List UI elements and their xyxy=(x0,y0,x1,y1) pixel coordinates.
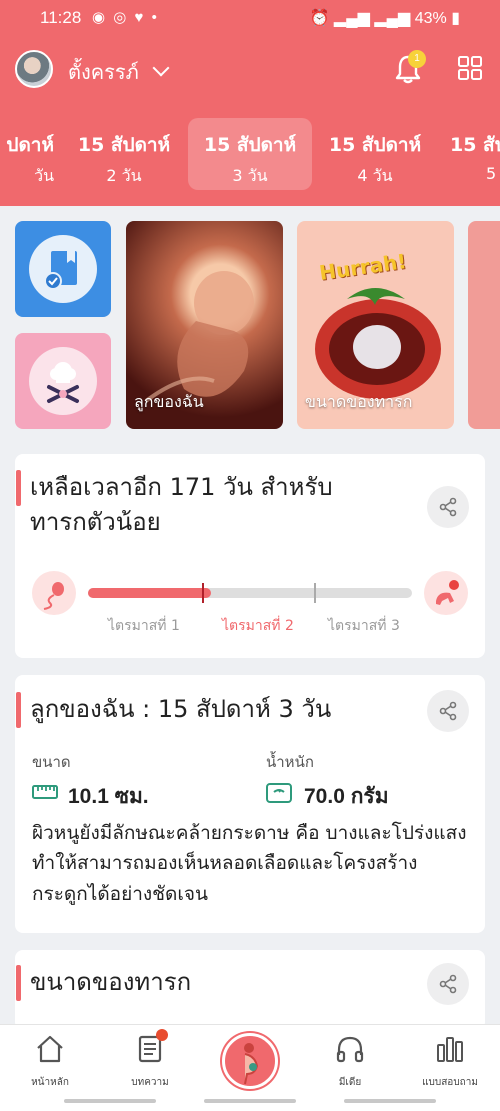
baby-size-title: ขนาดของทารก xyxy=(30,968,192,996)
section-accent xyxy=(16,692,21,728)
system-nav-bar xyxy=(64,1099,156,1103)
bottom-navigation: หน้าหลัก บทความ มีเดีย แบบสอบถาม xyxy=(0,1024,500,1111)
share-button[interactable] xyxy=(427,963,469,1005)
weight-value: 70.0 กรัม xyxy=(304,785,389,808)
chef-hat-icon xyxy=(47,362,79,403)
system-nav-bar xyxy=(344,1099,436,1103)
baby-description: ผิวหนูยังมีลักษณะคล้ายกระดาษ คือ บางและโ… xyxy=(32,822,467,905)
status-notification-icons: ◉ ◎ ♥ • xyxy=(92,9,159,26)
week-tab[interactable]: 15 สัป 5 xyxy=(442,118,500,190)
sperm-icon xyxy=(32,571,76,615)
nav-pregnancy[interactable] xyxy=(222,1033,278,1089)
week-tab[interactable]: 15 สัปดาห์ 4 วัน xyxy=(313,118,437,190)
my-baby-card[interactable]: ลูกของฉัน xyxy=(126,221,283,429)
ruler-icon xyxy=(32,785,58,799)
status-time: 11:28 xyxy=(40,8,82,27)
chart-icon xyxy=(437,1037,463,1062)
share-icon xyxy=(439,701,457,721)
week-tab[interactable]: ปดาห์ วัน xyxy=(0,118,54,190)
baby-size-card[interactable]: Hurrah! ขนาดของทารก xyxy=(297,221,454,429)
baby-size-caption: ขนาดของทารก xyxy=(305,392,413,411)
progress-marker xyxy=(202,583,204,603)
nav-media[interactable]: มีเดีย xyxy=(310,1035,390,1090)
grid-menu-icon[interactable] xyxy=(458,56,482,80)
share-button[interactable] xyxy=(427,486,469,528)
trimester-label: ไตรมาสที่ 3 xyxy=(328,618,400,634)
section-accent xyxy=(16,965,21,1001)
week-tab-active[interactable]: 15 สัปดาห์ 3 วัน xyxy=(188,118,312,190)
battery-level: 43% xyxy=(414,10,447,27)
week-tab[interactable]: 15 สัปดาห์ 2 วัน xyxy=(62,118,186,190)
crawling-baby-icon xyxy=(424,571,468,615)
system-nav-bar xyxy=(204,1099,296,1103)
week-selector[interactable]: ปดาห์ วัน 15 สัปดาห์ 2 วัน 15 สัปดาห์ 3 … xyxy=(0,106,500,206)
nav-articles[interactable]: บทความ xyxy=(110,1035,190,1090)
pregnancy-progress-fill xyxy=(88,588,211,598)
trimester-label-active: ไตรมาสที่ 2 xyxy=(222,618,294,634)
section-accent xyxy=(16,470,21,506)
nav-home[interactable]: หน้าหลัก xyxy=(10,1035,90,1090)
avatar[interactable] xyxy=(15,50,53,88)
size-value: 10.1 ซม. xyxy=(68,785,149,808)
share-icon xyxy=(439,497,457,517)
nav-survey[interactable]: แบบสอบถาม xyxy=(410,1035,490,1090)
bookmark-tile[interactable] xyxy=(15,221,111,317)
recipe-tile[interactable] xyxy=(15,333,111,429)
size-label: ขนาด xyxy=(32,753,71,771)
home-icon xyxy=(37,1035,63,1063)
weight-label: น้ำหนัก xyxy=(266,753,314,771)
trimester-label: ไตรมาสที่ 1 xyxy=(108,618,180,634)
status-bar: 11:28 ◉ ◎ ♥ • ⏰ ▂▄▆ ▂▄▆ 43% ▮ xyxy=(0,0,500,36)
headphones-icon xyxy=(336,1036,364,1063)
my-baby-caption: ลูกของฉัน xyxy=(134,392,204,411)
chevron-down-icon[interactable] xyxy=(152,59,170,77)
share-button[interactable] xyxy=(427,690,469,732)
scale-icon xyxy=(266,783,292,803)
trimester-divider xyxy=(314,583,316,603)
article-notification-dot xyxy=(156,1029,168,1041)
baby-info-title: ลูกของฉัน : 15 สัปดาห์ 3 วัน xyxy=(30,695,332,723)
app-header: ตั้งครรภ์ 1 xyxy=(0,36,500,106)
app-screen: 11:28 ◉ ◎ ♥ • ⏰ ▂▄▆ ▂▄▆ 43% ▮ ตั้งครรภ์ … xyxy=(0,0,500,1111)
bookmark-icon xyxy=(44,251,77,290)
pregnancy-icon xyxy=(244,1043,259,1085)
share-icon xyxy=(439,974,457,994)
countdown-title: เหลือเวลาอีก 171 วัน สำหรับ ทารกตัวน้อย xyxy=(30,473,333,536)
notification-badge: 1 xyxy=(408,50,426,68)
next-card-partial[interactable] xyxy=(468,221,500,429)
profile-name[interactable]: ตั้งครรภ์ xyxy=(68,56,139,88)
status-right: ⏰ ▂▄▆ ▂▄▆ 43% ▮ xyxy=(309,10,460,27)
